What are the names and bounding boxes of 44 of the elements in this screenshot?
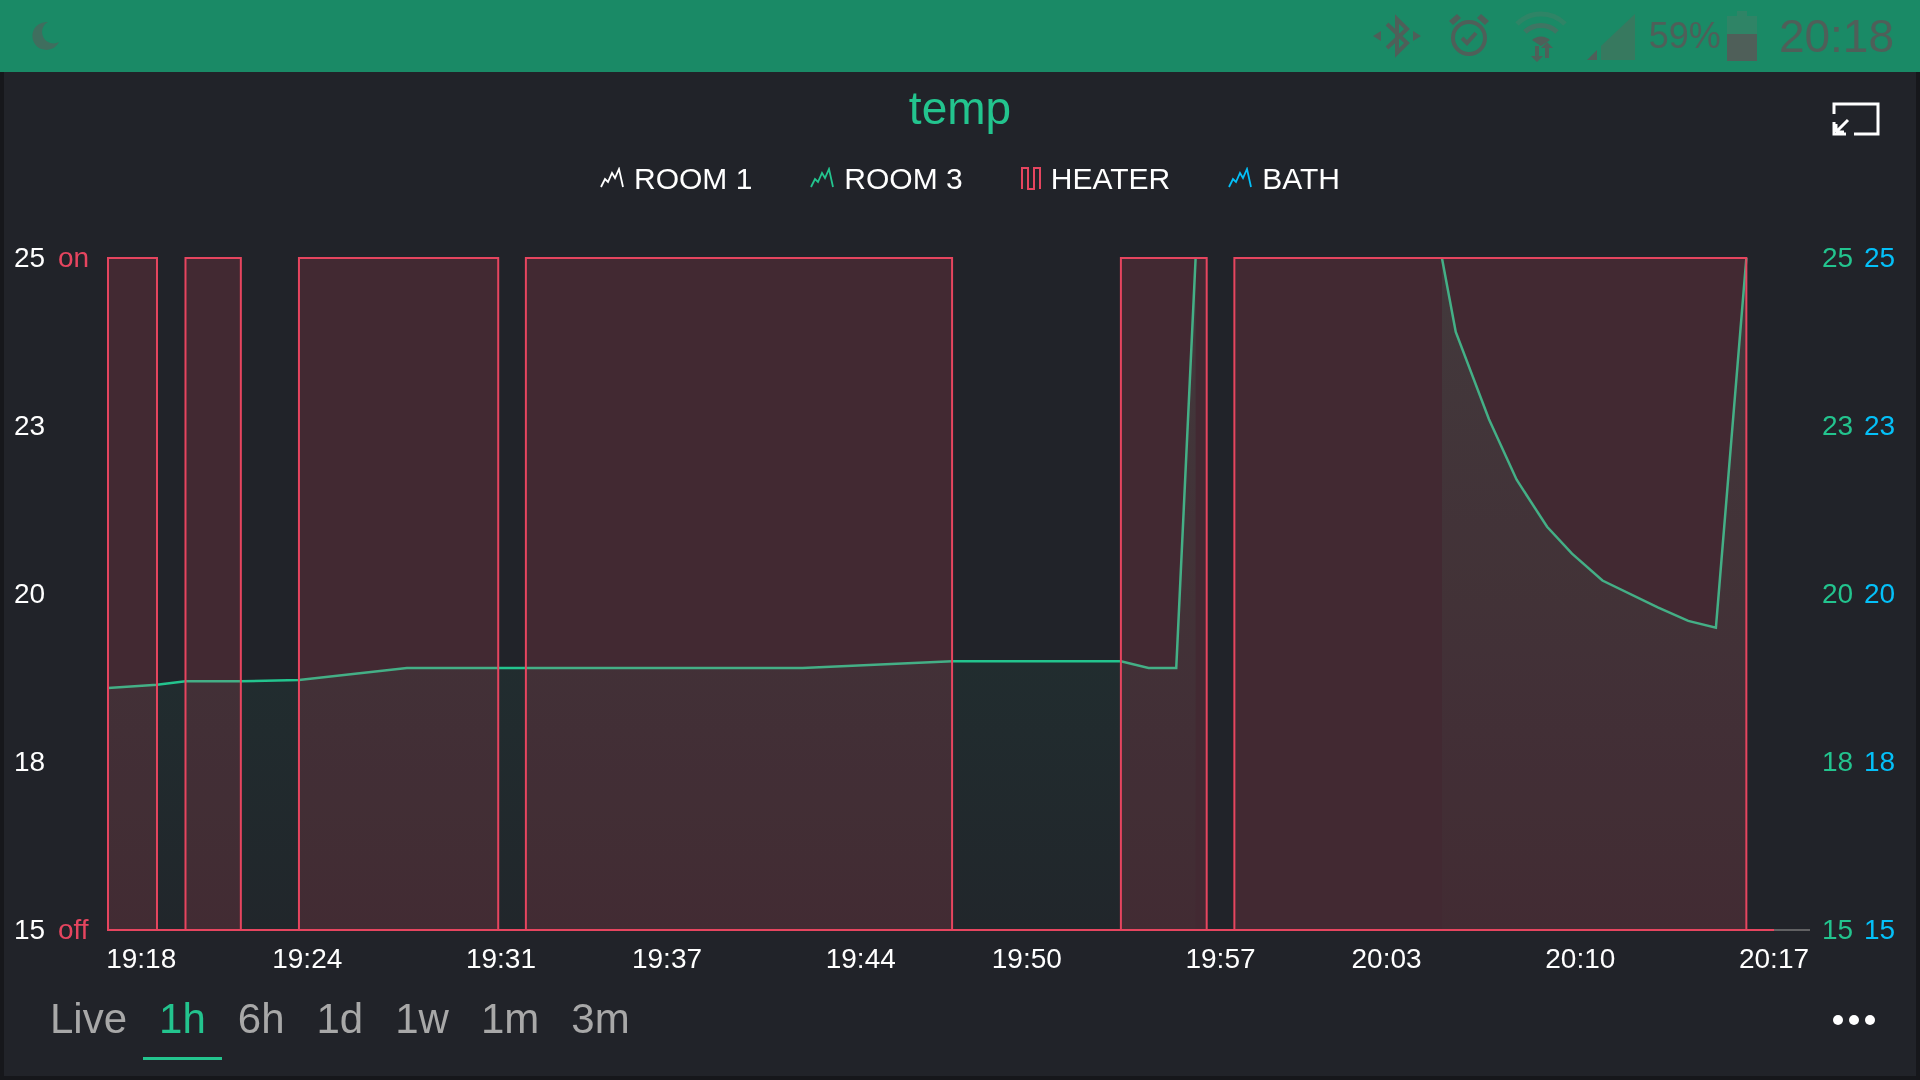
time-range-tab[interactable]: 3m: [555, 980, 646, 1060]
signal-icon: [1586, 12, 1635, 60]
x-axis-label: 20:10: [1545, 942, 1616, 976]
x-axis-label: 20:03: [1351, 942, 1422, 976]
time-range-tab[interactable]: 1w: [379, 980, 465, 1060]
y-axis-label: 20: [1822, 577, 1854, 611]
legend-label: HEATER: [1050, 160, 1171, 197]
y-axis-label: 20: [14, 577, 46, 611]
y-axis-label: 25: [1822, 241, 1854, 275]
x-axis-label: 19:24: [272, 942, 343, 976]
x-axis-label: 19:31: [465, 942, 536, 976]
y-axis-label: 18: [14, 745, 46, 779]
time-range-tab[interactable]: 1d: [300, 980, 380, 1060]
x-axis-label: 19:57: [1185, 942, 1256, 976]
y-axis-label: 20: [1864, 577, 1896, 611]
x-axis-label: 19:44: [825, 942, 896, 976]
y-axis-label: 15: [1864, 913, 1896, 947]
time-range-tab[interactable]: 1m: [464, 980, 556, 1060]
wifi-icon: [1514, 10, 1567, 62]
legend-label: BATH: [1262, 160, 1340, 197]
y-axis-label: 25: [14, 241, 46, 275]
battery-icon: [1726, 11, 1757, 61]
legend-label: ROOM 1: [634, 160, 753, 197]
y-axis-label: 23: [1822, 409, 1854, 443]
time-range-tab[interactable]: 1h: [143, 980, 222, 1060]
heater-on-label: on: [58, 241, 90, 275]
chart-title: temp: [908, 81, 1012, 136]
time-range-tab[interactable]: 6h: [221, 980, 301, 1060]
y-axis-label: 15: [1822, 913, 1854, 947]
legend-label: ROOM 3: [844, 160, 963, 197]
collapse-icon[interactable]: [1830, 100, 1882, 138]
y-axis-label: 23: [1864, 409, 1896, 443]
x-axis-label: 20:17: [1739, 942, 1810, 976]
y-axis-label: 18: [1864, 745, 1896, 779]
heater-off-label: off: [58, 913, 89, 947]
time-range-tab[interactable]: Live: [34, 980, 144, 1060]
y-axis-label: 25: [1864, 241, 1896, 275]
x-axis-label: 19:18: [106, 942, 177, 976]
y-axis-label: 18: [1822, 745, 1854, 779]
more-options-icon[interactable]: [1832, 1014, 1876, 1026]
x-axis-label: 19:37: [632, 942, 703, 976]
x-axis-label: 19:50: [991, 942, 1062, 976]
y-axis-label: 23: [14, 409, 46, 443]
y-axis-label: 15: [14, 913, 46, 947]
